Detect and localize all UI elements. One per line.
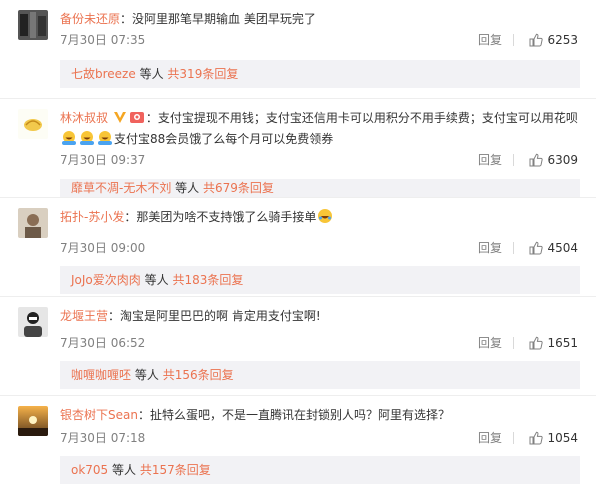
verified-badge-icon <box>113 112 126 123</box>
reply-count-link[interactable]: 共679条回复 <box>203 181 274 195</box>
reply-user[interactable]: 靡草不凋-无木不刘 <box>71 181 171 195</box>
reply-summary[interactable]: JoJo爱次肉肉 等人 共183条回复 <box>60 266 580 294</box>
comment-item: 银杏树下Sean：扯特么蛋吧，不是一直腾讯在封锁别人吗？阿里有选择？ 7月30日… <box>0 396 596 494</box>
reply-user[interactable]: ok705 <box>71 463 108 477</box>
like-count: 6253 <box>547 33 578 47</box>
divider <box>513 432 514 444</box>
laughing-emoji-icon <box>80 131 94 145</box>
avatar[interactable] <box>18 307 48 337</box>
like-button[interactable]: 6253 <box>529 32 578 48</box>
thumbs-up-icon <box>529 336 544 350</box>
reply-user[interactable]: JoJo爱次肉肉 <box>71 273 141 287</box>
reply-button[interactable]: 回复 <box>478 32 502 48</box>
comment-text: 扯特么蛋吧，不是一直腾讯在封锁别人吗？阿里有选择？ <box>149 408 450 422</box>
like-count: 1054 <box>547 431 578 445</box>
timestamp: 7月30日 07:18 <box>60 431 146 445</box>
reply-button[interactable]: 回复 <box>478 152 502 168</box>
reply-button[interactable]: 回复 <box>478 240 502 256</box>
like-button[interactable]: 4504 <box>529 240 578 256</box>
laughing-emoji-icon <box>318 209 333 223</box>
like-button[interactable]: 1054 <box>529 430 578 446</box>
comment-body: 拓扑-苏小发：那美团为啥不支持饿了么骑手接单 <box>60 207 580 228</box>
comment-text-continued: 支付宝88会员饿了么每个月可以免费领券 <box>114 132 334 146</box>
comment-item: 龙堰王营：淘宝是阿里巴巴的啊 肯定用支付宝啊! 7月30日 06:52 回复 1… <box>0 297 596 396</box>
reply-user[interactable]: 七故breeze <box>71 67 136 81</box>
divider <box>513 337 514 349</box>
comment-list: 备份未还原：没阿里那笔早期输血 美团早玩完了 7月30日 07:35 回复 62… <box>0 0 596 491</box>
comment-meta: 7月30日 07:35 回复 6253 <box>60 32 578 48</box>
timestamp: 7月30日 09:37 <box>60 153 146 167</box>
username-link[interactable]: 银杏树下Sean <box>60 408 138 422</box>
like-count: 4504 <box>547 241 578 255</box>
comment-meta: 7月30日 07:18 回复 1054 <box>60 430 578 446</box>
comment-meta: 7月30日 06:52 回复 1651 <box>60 335 578 351</box>
laughing-emoji-icon <box>98 131 112 145</box>
comment-body: 备份未还原：没阿里那笔早期输血 美团早玩完了 <box>60 12 316 26</box>
avatar[interactable] <box>18 406 48 436</box>
reply-summary[interactable]: ok705 等人 共157条回复 <box>60 456 580 484</box>
divider <box>513 242 514 254</box>
like-button[interactable]: 6309 <box>529 152 578 168</box>
comment-body: 龙堰王营：淘宝是阿里巴巴的啊 肯定用支付宝啊! <box>60 309 321 323</box>
comment-body: 林沐叔叔 ：支付宝提现不用钱；支付宝还信用卡可以用积分不用手续费；支付宝可以用花… <box>60 111 578 146</box>
comment-item: 林沐叔叔 ：支付宝提现不用钱；支付宝还信用卡可以用积分不用手续费；支付宝可以用花… <box>0 99 596 198</box>
reply-summary[interactable]: 咖喱咖喱呸 等人 共156条回复 <box>60 361 580 389</box>
reply-button[interactable]: 回复 <box>478 430 502 446</box>
reply-summary[interactable]: 七故breeze 等人 共319条回复 <box>60 60 580 88</box>
comment-text: 没阿里那笔早期输血 美团早玩完了 <box>132 12 316 26</box>
reply-summary[interactable]: 靡草不凋-无木不刘 等人 共679条回复 <box>60 179 580 197</box>
username-link[interactable]: 龙堰王营 <box>60 309 108 323</box>
comment-body: 银杏树下Sean：扯特么蛋吧，不是一直腾讯在封锁别人吗？阿里有选择？ <box>60 408 450 422</box>
reply-button[interactable]: 回复 <box>478 335 502 351</box>
reply-count-link[interactable]: 共319条回复 <box>167 67 238 81</box>
reply-count-link[interactable]: 共183条回复 <box>172 273 243 287</box>
reply-user[interactable]: 咖喱咖喱呸 <box>71 368 131 382</box>
avatar[interactable] <box>18 109 48 139</box>
thumbs-up-icon <box>529 241 544 255</box>
timestamp: 7月30日 09:00 <box>60 241 146 255</box>
comment-meta: 7月30日 09:37 回复 6309 <box>60 152 578 168</box>
username-link[interactable]: 备份未还原 <box>60 12 120 26</box>
comment-text: 淘宝是阿里巴巴的啊 肯定用支付宝啊! <box>120 309 321 323</box>
fan-badge-icon <box>129 112 144 123</box>
reply-count-link[interactable]: 共157条回复 <box>140 463 211 477</box>
comment-text: 支付宝提现不用钱；支付宝还信用卡可以用积分不用手续费；支付宝可以用花呗 <box>157 111 578 125</box>
comment-meta: 7月30日 09:00 回复 4504 <box>60 240 578 256</box>
divider <box>513 34 514 46</box>
avatar[interactable] <box>18 10 48 40</box>
username-link[interactable]: 拓扑-苏小发 <box>60 210 124 224</box>
comment-item: 拓扑-苏小发：那美团为啥不支持饿了么骑手接单 7月30日 09:00 回复 45… <box>0 198 596 297</box>
comment-item: 备份未还原：没阿里那笔早期输血 美团早玩完了 7月30日 07:35 回复 62… <box>0 0 596 99</box>
like-count: 6309 <box>547 153 578 167</box>
like-count: 1651 <box>547 336 578 350</box>
timestamp: 7月30日 06:52 <box>60 336 146 350</box>
thumbs-up-icon <box>529 431 544 445</box>
like-button[interactable]: 1651 <box>529 335 578 351</box>
thumbs-up-icon <box>529 153 544 167</box>
divider <box>513 154 514 166</box>
laughing-emoji-icon <box>62 131 76 145</box>
timestamp: 7月30日 07:35 <box>60 33 146 47</box>
reply-count-link[interactable]: 共156条回复 <box>163 368 234 382</box>
avatar[interactable] <box>18 208 48 238</box>
comment-text: 那美团为啥不支持饿了么骑手接单 <box>136 210 317 224</box>
username-link[interactable]: 林沐叔叔 <box>60 111 108 125</box>
thumbs-up-icon <box>529 33 544 47</box>
